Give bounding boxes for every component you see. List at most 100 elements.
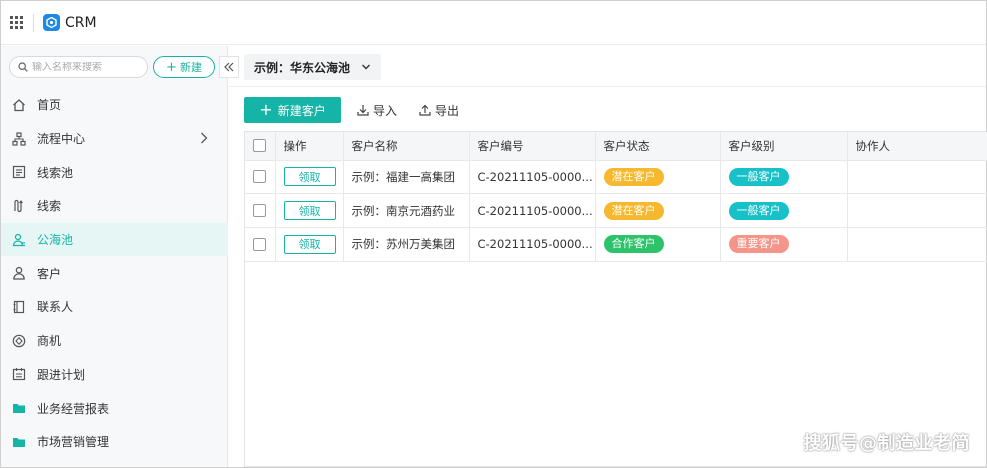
level-cell: 一般客户 bbox=[720, 160, 848, 195]
sidebar: + 新建 首页 流程中心 线索池 线索 公海池 客户 bbox=[1, 46, 239, 467]
app-title: CRM bbox=[65, 14, 97, 31]
column-header: 客户状态 bbox=[595, 132, 721, 161]
customer-code-cell: C-20211105-0000... bbox=[469, 227, 596, 262]
sidebar-item-follow-plan[interactable]: 跟进计划 bbox=[1, 358, 228, 392]
folder-icon bbox=[13, 437, 25, 447]
plus-icon: + bbox=[259, 100, 273, 119]
chevron-down-icon bbox=[362, 64, 370, 70]
sidebar-item-label: 市场营销管理 bbox=[37, 435, 110, 450]
watermark: 搜狐号@制造业老简 bbox=[803, 433, 970, 454]
sidebar-item-label: 跟进计划 bbox=[37, 367, 86, 382]
toolbar-divider bbox=[229, 86, 986, 87]
select-all-checkbox[interactable] bbox=[253, 139, 266, 153]
customer-name-cell: 示例：苏州万美集团 bbox=[343, 227, 470, 262]
contact-icon bbox=[13, 300, 25, 314]
sidebar-item-customer[interactable]: 客户 bbox=[1, 256, 228, 290]
claim-button[interactable]: 领取 bbox=[283, 234, 336, 254]
public-pool-icon bbox=[12, 233, 25, 246]
sidebar-search[interactable] bbox=[9, 56, 148, 78]
sidebar-item-label: 业务经营报表 bbox=[37, 401, 110, 416]
row-checkbox[interactable] bbox=[253, 170, 266, 184]
sidebar-item-contacts[interactable]: 联系人 bbox=[1, 290, 228, 324]
sidebar-item-label: 公海池 bbox=[37, 233, 74, 248]
row-select-cell bbox=[245, 160, 276, 195]
column-header: 协作人 bbox=[847, 132, 987, 161]
row-checkbox[interactable] bbox=[253, 237, 266, 251]
level-badge: 一般客户 bbox=[728, 201, 789, 220]
column-header: 客户级别 bbox=[720, 132, 848, 161]
customer-icon bbox=[13, 267, 25, 280]
sidebar-item-marketing[interactable]: 市场营销管理 bbox=[1, 425, 228, 459]
customer-name-cell: 示例：南京元酒药业 bbox=[343, 193, 470, 228]
sidebar-item-label: 线索 bbox=[37, 199, 62, 214]
lead-icon bbox=[14, 199, 23, 212]
sidebar-item-business-report[interactable]: 业务经营报表 bbox=[1, 391, 228, 425]
double-chevron-left-icon bbox=[224, 62, 234, 72]
app-grid-icon[interactable] bbox=[10, 15, 24, 30]
action-cell: 领取 bbox=[275, 193, 344, 228]
status-badge: 潜在客户 bbox=[603, 167, 664, 186]
customer-table: 操作 客户名称 客户编号 客户状态 客户级别 协作人 领取 示例：福建一高集团 … bbox=[244, 131, 987, 467]
new-button[interactable]: + 新建 bbox=[153, 56, 215, 78]
folder-icon bbox=[13, 404, 25, 414]
status-cell: 潜在客户 bbox=[595, 193, 721, 228]
view-selector[interactable]: 示例：华东公海池 bbox=[244, 54, 381, 80]
sidebar-item-home[interactable]: 首页 bbox=[1, 88, 228, 122]
action-cell: 领取 bbox=[275, 160, 344, 195]
status-cell: 潜在客户 bbox=[595, 160, 721, 195]
home-icon bbox=[13, 98, 25, 111]
add-customer-label: 新建客户 bbox=[277, 103, 326, 118]
export-label: 导出 bbox=[435, 103, 460, 118]
sidebar-item-label: 商机 bbox=[37, 334, 62, 349]
table-row: 领取 示例：福建一高集团 C-20211105-0000... 潜在客户 一般客… bbox=[245, 160, 987, 195]
sidebar-item-label: 联系人 bbox=[37, 300, 74, 315]
calendar-icon bbox=[12, 368, 26, 381]
lead-pool-icon bbox=[12, 166, 26, 179]
status-badge: 合作客户 bbox=[603, 235, 664, 254]
level-badge: 重要客户 bbox=[728, 235, 789, 254]
flow-icon bbox=[12, 131, 26, 146]
add-customer-button[interactable]: + 新建客户 bbox=[244, 97, 341, 123]
customer-code-cell: C-20211105-0000... bbox=[469, 193, 596, 228]
sidebar-item-opportunity[interactable]: 商机 bbox=[1, 324, 228, 358]
status-cell: 合作客户 bbox=[595, 227, 721, 262]
collapse-sidebar-button[interactable] bbox=[219, 56, 239, 78]
action-cell: 领取 bbox=[275, 227, 344, 262]
collaborator-cell bbox=[847, 160, 987, 195]
chevron-right-icon bbox=[201, 132, 208, 144]
sidebar-item-label: 线索池 bbox=[37, 165, 74, 180]
claim-button[interactable]: 领取 bbox=[283, 167, 336, 187]
sidebar-item-leads[interactable]: 线索 bbox=[1, 189, 228, 223]
level-badge: 一般客户 bbox=[728, 167, 789, 186]
import-icon bbox=[357, 105, 369, 116]
search-icon bbox=[18, 62, 28, 72]
plus-icon: + bbox=[166, 59, 177, 75]
sidebar-item-public-pool[interactable]: 公海池 bbox=[1, 222, 228, 257]
customer-code-cell: C-20211105-0000... bbox=[469, 160, 596, 195]
row-checkbox[interactable] bbox=[253, 204, 266, 218]
topbar-divider bbox=[33, 13, 34, 32]
view-selector-label: 示例：华东公海池 bbox=[254, 60, 351, 75]
top-bar: CRM bbox=[1, 1, 986, 45]
search-input[interactable] bbox=[32, 61, 142, 73]
row-select-cell bbox=[245, 227, 276, 262]
export-icon bbox=[419, 104, 431, 116]
sidebar-nav: 首页 流程中心 线索池 线索 公海池 客户 联系人 商机 跟进计划 业务经营报表… bbox=[1, 88, 228, 459]
collaborator-cell bbox=[847, 227, 987, 262]
import-button[interactable]: 导入 bbox=[357, 101, 397, 119]
sidebar-item-label: 流程中心 bbox=[37, 132, 86, 147]
level-cell: 一般客户 bbox=[720, 193, 848, 228]
column-header: 客户名称 bbox=[343, 132, 470, 161]
table-header-row: 操作 客户名称 客户编号 客户状态 客户级别 协作人 bbox=[245, 132, 987, 161]
sidebar-item-flow-center[interactable]: 流程中心 bbox=[1, 122, 228, 156]
sidebar-item-lead-pool[interactable]: 线索池 bbox=[1, 155, 228, 189]
crm-logo-icon bbox=[43, 14, 60, 31]
level-cell: 重要客户 bbox=[720, 227, 848, 262]
export-button[interactable]: 导出 bbox=[419, 101, 459, 119]
claim-button[interactable]: 领取 bbox=[283, 201, 336, 221]
customer-name-cell: 示例：福建一高集团 bbox=[343, 160, 470, 195]
table-row: 领取 示例：苏州万美集团 C-20211105-0000... 合作客户 重要客… bbox=[245, 227, 987, 262]
select-all-cell bbox=[245, 132, 276, 161]
import-label: 导入 bbox=[373, 103, 398, 118]
column-header: 客户编号 bbox=[469, 132, 596, 161]
